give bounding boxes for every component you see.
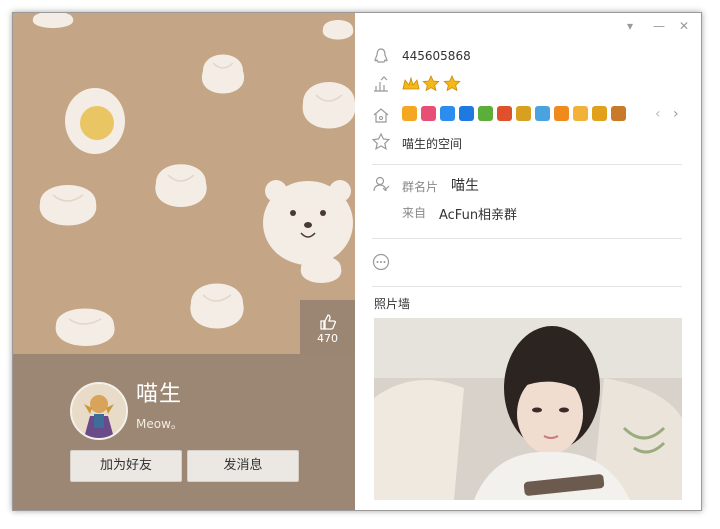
person-badge-icon[interactable] (573, 106, 588, 121)
chevron-right-icon[interactable]: › (673, 106, 679, 122)
game-badge-icon[interactable] (478, 106, 493, 121)
like-button[interactable]: 470 (300, 300, 355, 354)
level-icons[interactable] (402, 75, 466, 93)
profile-details-panel: ▾ — ✕ 445605868 ‹ › 喵生的空间 群名片 喵生 来自 AcFu… (355, 13, 701, 510)
colorful-badge-icon[interactable] (421, 106, 436, 121)
crown-icon (402, 76, 420, 90)
thumbs-up-icon (319, 314, 336, 330)
avatar-image (72, 384, 126, 438)
signature: Meow。 (136, 417, 183, 431)
level-chart-icon (374, 76, 388, 92)
service-badges (402, 106, 626, 121)
chevron-left-icon[interactable]: ‹ (655, 106, 661, 122)
shield-badge-icon[interactable] (459, 106, 474, 121)
mail-badge-icon[interactable] (535, 106, 550, 121)
divider (372, 164, 682, 165)
bear-illustration (263, 180, 353, 265)
red-badge-icon[interactable] (497, 106, 512, 121)
photo (374, 318, 682, 500)
nickname: 喵生 (136, 382, 183, 407)
star-badge-icon[interactable] (402, 106, 417, 121)
qq-number: 445605868 (402, 49, 471, 63)
photo-wall-title: 照片墙 (374, 297, 411, 311)
qzone-link[interactable]: 喵生的空间 (402, 135, 462, 152)
divider (372, 238, 682, 239)
yellow-badge-icon[interactable] (516, 106, 531, 121)
close-button[interactable]: ✕ (679, 19, 689, 33)
house-icon (373, 108, 389, 123)
more-options-icon[interactable] (372, 253, 390, 271)
minimize-button[interactable]: — (653, 19, 665, 33)
avatar[interactable] (70, 382, 128, 440)
profile-window: 470 喵生 Meow。 加为好友 发消息 ▾ — ✕ 445605868 ‹ … (12, 12, 702, 511)
group-card-name: 喵生 (451, 178, 479, 194)
orange-badge-icon[interactable] (554, 106, 569, 121)
add-friend-button[interactable]: 加为好友 (70, 450, 182, 482)
send-message-button[interactable]: 发消息 (187, 450, 299, 482)
photo-wall-image[interactable] (374, 318, 682, 500)
like-count: 470 (317, 332, 338, 345)
star-icon (443, 75, 461, 92)
camera-badge-icon[interactable] (440, 106, 455, 121)
penguin-icon (374, 48, 388, 63)
profile-info-strip: 喵生 Meow。 加为好友 发消息 (13, 354, 355, 510)
star-icon (422, 75, 440, 92)
group-card-icon (373, 176, 390, 192)
star-outline-icon (372, 133, 390, 151)
from-label: 来自 (402, 206, 427, 220)
profile-cover-panel: 470 喵生 Meow。 加为好友 发消息 (13, 13, 355, 510)
gold-badge-icon[interactable] (592, 106, 607, 121)
chest-badge-icon[interactable] (611, 106, 626, 121)
from-group-name: AcFun相亲群 (439, 208, 518, 223)
divider (372, 286, 682, 287)
group-card-label: 群名片 (402, 180, 439, 194)
menu-dropdown-icon[interactable]: ▾ (627, 19, 633, 33)
